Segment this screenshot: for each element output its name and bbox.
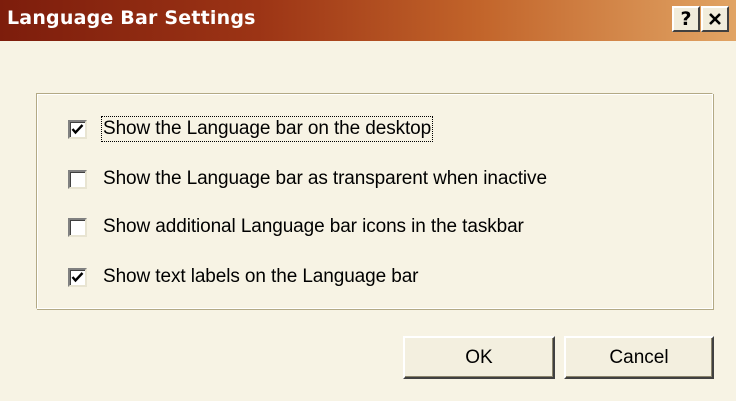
- close-icon: [708, 9, 722, 31]
- text-labels-label: Show text labels on the Language bar: [103, 266, 419, 287]
- additional-icons-checkbox[interactable]: [68, 217, 87, 237]
- option-transparent-inactive[interactable]: Show the Language bar as transparent whe…: [68, 167, 547, 191]
- show-on-desktop-label: Show the Language bar on the desktop: [100, 116, 434, 142]
- transparent-inactive-checkbox[interactable]: [68, 169, 87, 189]
- ok-button[interactable]: OK: [403, 336, 555, 379]
- language-bar-settings-dialog: Language Bar Settings ? Show the Languag…: [0, 0, 736, 401]
- option-additional-icons[interactable]: Show additional Language bar icons in th…: [68, 215, 524, 239]
- title-bar[interactable]: Language Bar Settings ?: [0, 0, 736, 41]
- option-text-labels[interactable]: Show text labels on the Language bar: [68, 265, 419, 289]
- help-button[interactable]: ?: [672, 6, 700, 32]
- show-on-desktop-checkbox[interactable]: [68, 119, 87, 139]
- cancel-button[interactable]: Cancel: [564, 336, 714, 379]
- text-labels-checkbox[interactable]: [68, 267, 87, 287]
- option-show-on-desktop[interactable]: Show the Language bar on the desktop: [68, 116, 434, 142]
- checkmark-icon: [71, 271, 84, 282]
- close-button[interactable]: [701, 6, 729, 32]
- additional-icons-label: Show additional Language bar icons in th…: [103, 216, 524, 237]
- window-title: Language Bar Settings: [7, 7, 256, 29]
- transparent-inactive-label: Show the Language bar as transparent whe…: [103, 168, 547, 189]
- checkmark-icon: [71, 123, 84, 134]
